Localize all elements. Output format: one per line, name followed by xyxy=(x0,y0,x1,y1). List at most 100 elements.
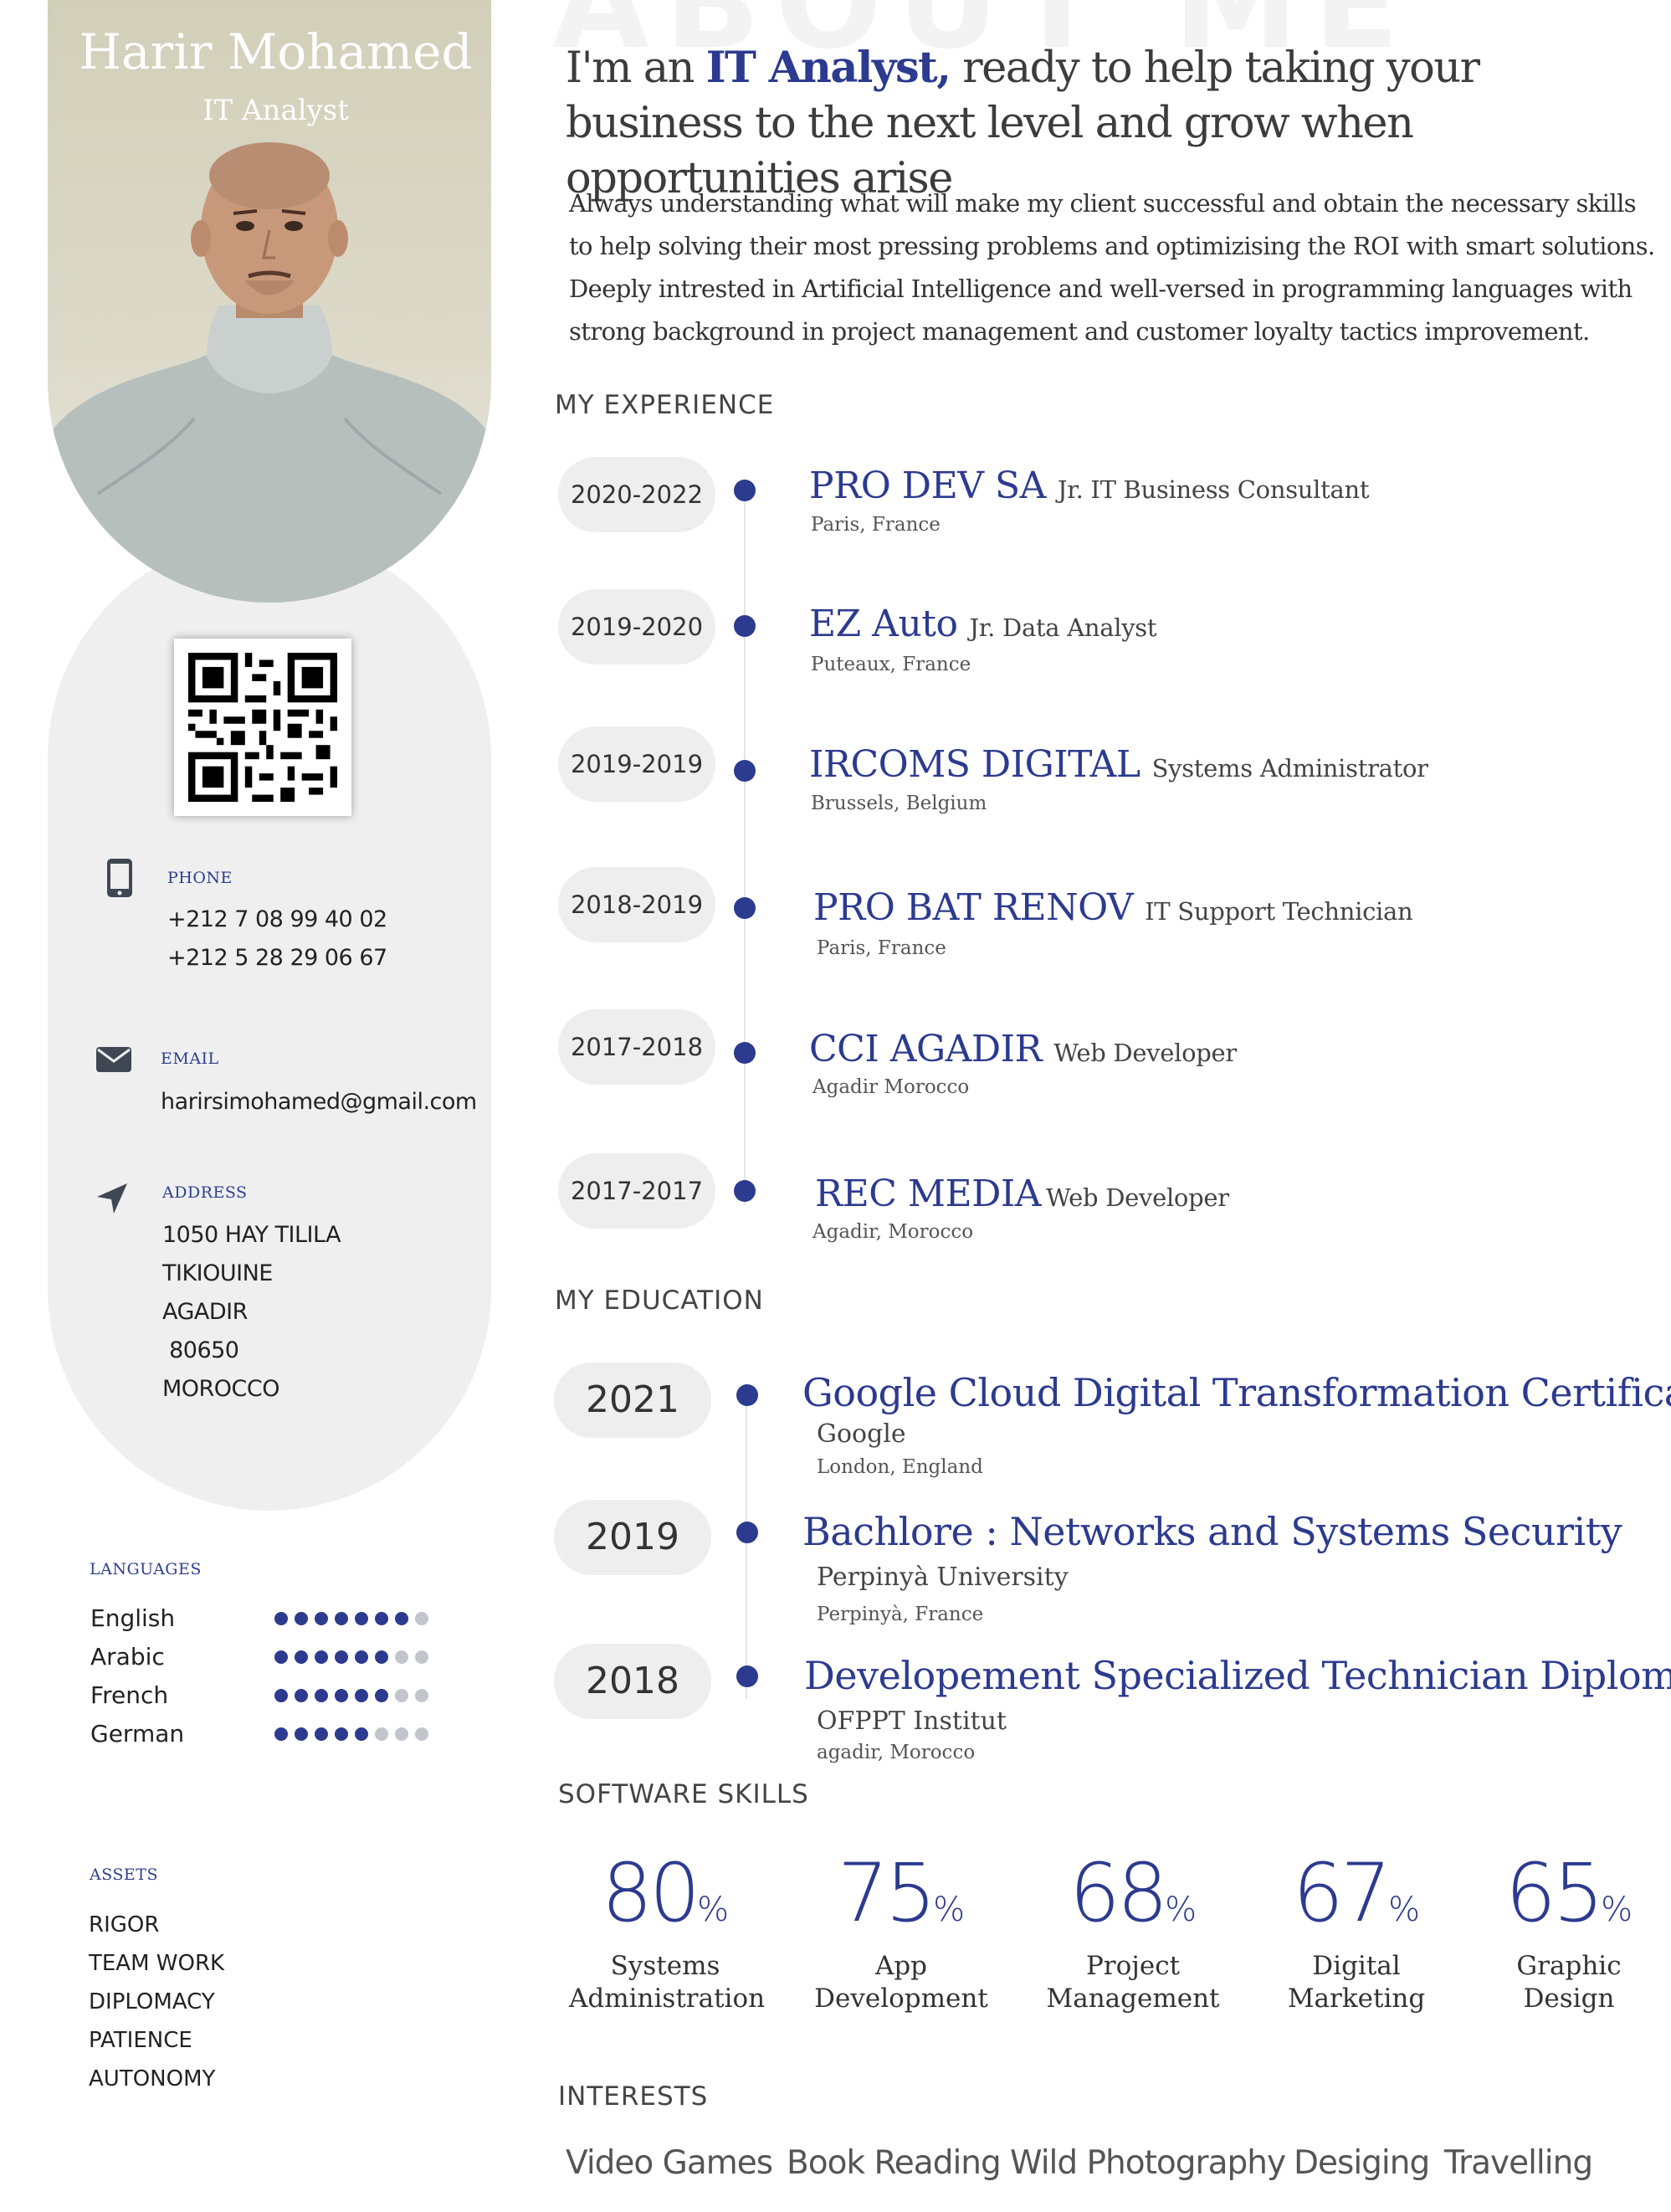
level-dot-filled xyxy=(315,1650,328,1664)
education-location: London, England xyxy=(817,1456,983,1478)
qr-code-frame[interactable] xyxy=(174,639,351,816)
language-name: German xyxy=(90,1720,185,1748)
level-dot-filled xyxy=(355,1650,368,1664)
timeline-dot xyxy=(736,1665,758,1687)
level-dot-empty xyxy=(415,1727,428,1741)
skill-item: 65% Graphic Design xyxy=(1473,1853,1665,2015)
intro-prefix: I'm an xyxy=(566,44,706,93)
timeline-dot xyxy=(734,760,756,782)
skill-name: Digital Marketing xyxy=(1287,1951,1426,2014)
level-dot-filled xyxy=(335,1689,348,1702)
interests-heading: INTERESTS xyxy=(558,2081,709,2112)
skill-percent: 68% xyxy=(1069,1846,1197,1940)
level-dot-filled xyxy=(274,1612,288,1625)
skill-item: 68% Project Management xyxy=(1037,1853,1229,2015)
education-year-pill: 2019 xyxy=(554,1500,711,1575)
education-heading: MY EDUCATION xyxy=(555,1286,764,1316)
job-role: Jr. IT Business Consultant xyxy=(1057,475,1370,504)
skill-item: 67% Digital Marketing xyxy=(1260,1853,1453,2015)
experience-years-pill: 2017-2018 xyxy=(558,1009,715,1085)
skill-percent: 75% xyxy=(837,1846,966,1940)
level-dot-filled xyxy=(335,1650,348,1664)
education-location: agadir, Morocco xyxy=(817,1742,976,1763)
level-dot-filled xyxy=(375,1650,388,1664)
skill-percent: 65% xyxy=(1504,1846,1633,1940)
job-role: Systems Administrator xyxy=(1151,754,1428,783)
job-location: Paris, France xyxy=(811,514,941,536)
language-level-row xyxy=(274,1715,428,1753)
company-name: CCI AGADIR xyxy=(809,1028,1043,1070)
experience-entry: PRO BAT RENOV IT Support Technician xyxy=(813,886,1413,929)
level-dot-filled xyxy=(295,1689,308,1702)
email-label: EMAIL xyxy=(161,1050,219,1068)
skill-item: 75% App Development xyxy=(805,1853,997,2015)
experience-entry: REC MEDIA Web Developer xyxy=(815,1173,1229,1215)
interest-item: Travelling xyxy=(1444,2144,1593,2182)
job-role: Jr. Data Analyst xyxy=(969,613,1157,642)
interest-item: Book Reading xyxy=(787,2144,1002,2182)
skill-percent: 80% xyxy=(601,1846,730,1940)
language-level-row xyxy=(274,1676,428,1715)
interest-item: Video Games xyxy=(566,2144,773,2182)
education-title: Developement Specialized Technician Dipl… xyxy=(804,1653,1671,1698)
job-location: Paris, France xyxy=(817,937,946,959)
level-dot-empty xyxy=(395,1727,408,1741)
job-location: Agadir Morocco xyxy=(812,1076,970,1098)
level-dot-filled xyxy=(335,1612,348,1625)
skill-name: Systems Administration xyxy=(569,1951,766,2014)
language-level-row xyxy=(274,1638,428,1676)
level-dot-empty xyxy=(415,1612,428,1625)
intro-paragraph: Always understanding what will make my c… xyxy=(569,189,1655,346)
experience-years-pill: 2019-2020 xyxy=(558,589,715,665)
profile-photo xyxy=(48,142,491,603)
experience-entry: EZ Auto Jr. Data Analyst xyxy=(809,603,1157,645)
level-dot-filled xyxy=(295,1650,308,1664)
asset-item: RIGOR xyxy=(89,1912,160,1937)
asset-item: TEAM WORK xyxy=(89,1951,225,1976)
job-role: Web Developer xyxy=(1053,1039,1237,1067)
level-dot-empty xyxy=(415,1650,428,1664)
timeline-dot xyxy=(736,1384,758,1406)
education-year-pill: 2021 xyxy=(554,1363,711,1438)
address-line-4: 80650 xyxy=(162,1337,239,1363)
level-dot-filled xyxy=(375,1612,388,1625)
asset-item: DIPLOMACY xyxy=(89,1989,215,2014)
education-year-pill: 2018 xyxy=(554,1644,711,1719)
experience-years-pill: 2017-2017 xyxy=(558,1153,715,1229)
address-label: ADDRESS xyxy=(162,1183,248,1202)
level-dot-filled xyxy=(295,1727,308,1741)
phone-number-2[interactable]: +212 5 28 29 06 67 xyxy=(167,939,387,978)
address-line-5: MOROCCO xyxy=(162,1376,280,1402)
language-level-row xyxy=(274,1599,428,1638)
education-title: Google Cloud Digital Transformation Cert… xyxy=(802,1370,1671,1415)
email-address[interactable]: harirsimohamed@gmail.com xyxy=(161,1083,477,1121)
level-dot-empty xyxy=(395,1650,408,1664)
level-dot-filled xyxy=(355,1689,368,1702)
timeline-dot xyxy=(734,1180,756,1202)
experience-entry: IRCOMS DIGITAL Systems Administrator xyxy=(809,743,1428,786)
company-name: PRO DEV SA xyxy=(809,464,1046,507)
job-location: Puteaux, France xyxy=(811,654,971,675)
education-title: Bachlore : Networks and Systems Security xyxy=(802,1509,1622,1554)
phone-number-1[interactable]: +212 7 08 99 40 02 xyxy=(167,901,387,939)
interest-item: Desiging xyxy=(1294,2144,1430,2182)
company-name: REC MEDIA xyxy=(815,1173,1042,1215)
level-dot-filled xyxy=(315,1612,328,1625)
address-line-1: 1050 HAY TILILA xyxy=(162,1222,341,1248)
experience-years-pill: 2018-2019 xyxy=(558,867,715,942)
timeline-dot xyxy=(734,1042,756,1064)
profile-name: Harir Mohamed xyxy=(79,23,473,80)
timeline-dot xyxy=(736,1522,758,1543)
timeline-dot xyxy=(734,897,756,919)
company-name: IRCOMS DIGITAL xyxy=(809,743,1140,786)
level-dot-empty xyxy=(415,1689,428,1702)
company-name: PRO BAT RENOV xyxy=(813,886,1134,929)
level-dot-filled xyxy=(335,1727,348,1741)
level-dot-empty xyxy=(395,1689,408,1702)
language-name: French xyxy=(90,1681,169,1709)
skill-name: App Development xyxy=(814,1951,988,2014)
intro-highlight: IT Analyst, xyxy=(705,43,951,93)
level-dot-filled xyxy=(395,1612,408,1625)
level-dot-filled xyxy=(355,1612,368,1625)
level-dot-filled xyxy=(355,1727,368,1741)
